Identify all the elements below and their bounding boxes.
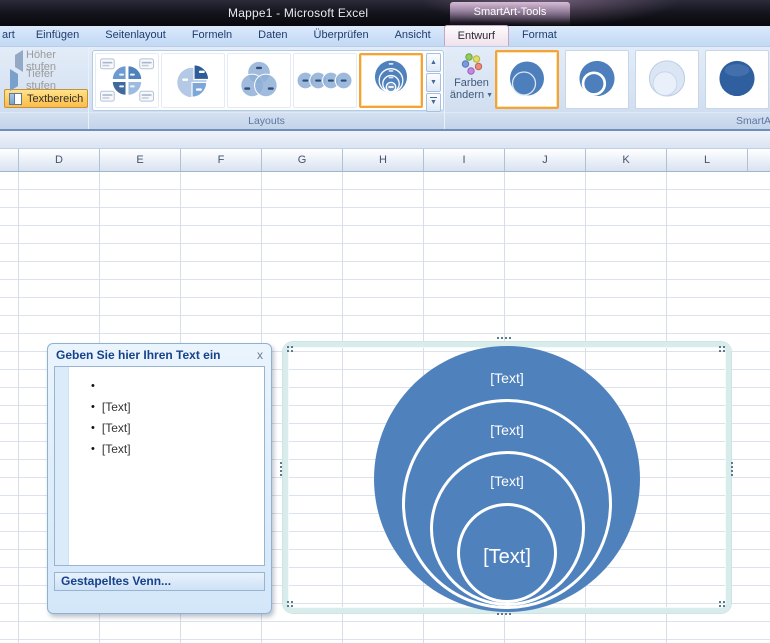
bullet-item[interactable]: • [Text]	[91, 438, 264, 459]
text-pane-bullet-list: • • [Text] • [Text] • [Text]	[55, 367, 264, 459]
column-header-j[interactable]: J	[505, 149, 586, 171]
bullet-item[interactable]: •	[91, 375, 264, 396]
group-smartart-styles: Farben ändern ▼	[445, 47, 770, 129]
tab-ueberpruefen[interactable]: Überprüfen	[301, 25, 382, 46]
gallery-more-button[interactable]: ▼	[426, 93, 441, 112]
column-header-partial[interactable]	[0, 149, 19, 171]
layout-thumb-quadrant-venn[interactable]	[95, 53, 159, 108]
bullet-icon: •	[91, 380, 95, 392]
tab-ansicht[interactable]: Ansicht	[382, 25, 444, 46]
tab-format[interactable]: Format	[509, 25, 570, 46]
demote-button[interactable]: Tiefer stufen	[4, 70, 88, 89]
bullet-item[interactable]: • [Text]	[91, 417, 264, 438]
column-header-k[interactable]: K	[586, 149, 667, 171]
group-label-create-graphic	[0, 112, 88, 129]
title-bar: Mappe1 - Microsoft Excel SmartArt-Tools	[0, 0, 770, 26]
style-thumb-simple-fill-selected[interactable]	[495, 50, 559, 109]
promote-arrow-icon	[8, 55, 22, 67]
ribbon-tab-row: art Einfügen Seitenlayout Formeln Daten …	[0, 26, 770, 47]
venn-label-2[interactable]: [Text]	[407, 422, 607, 438]
contextual-tab-group-header: SmartArt-Tools	[450, 2, 570, 26]
resize-handle-top-right[interactable]	[719, 346, 721, 348]
style-thumb-white-outline[interactable]	[565, 50, 629, 109]
venn-label-3[interactable]: [Text]	[407, 473, 607, 489]
tab-seitenlayout[interactable]: Seitenlayout	[92, 25, 179, 46]
bullet-icon: •	[91, 422, 95, 434]
resize-handle-bottom-right[interactable]	[719, 601, 721, 603]
change-colors-icon	[460, 52, 484, 76]
group-create-graphic: Höher stufen Tiefer stufen Textbereich	[0, 47, 88, 129]
text-pane-toggle-button[interactable]: Textbereich	[4, 89, 88, 108]
resize-handle-right[interactable]	[731, 462, 733, 464]
style-thumb-subtle-effect[interactable]	[635, 50, 699, 109]
column-header-d[interactable]: D	[19, 149, 100, 171]
layout-thumb-linear-venn[interactable]	[293, 53, 357, 108]
layouts-gallery: ▲ ▼ ▼	[92, 50, 444, 111]
layout-thumb-stacked-venn-selected[interactable]	[359, 53, 423, 108]
layout-thumb-basic-venn[interactable]	[227, 53, 291, 108]
column-header-g[interactable]: G	[262, 149, 343, 171]
formula-bar-strip	[0, 131, 770, 149]
text-pane-header: Geben Sie hier Ihren Text ein x	[48, 344, 271, 366]
column-header-partial-right[interactable]	[748, 149, 770, 171]
tab-daten[interactable]: Daten	[245, 25, 300, 46]
dropdown-arrow-icon: ▼	[486, 92, 493, 99]
tab-entwurf[interactable]: Entwurf	[444, 25, 509, 46]
tab-start-partial[interactable]: art	[0, 25, 23, 46]
venn-label-1[interactable]: [Text]	[407, 370, 607, 386]
layouts-gallery-scrollbar: ▲ ▼ ▼	[426, 53, 441, 108]
change-colors-button[interactable]: Farben ändern ▼	[448, 50, 495, 110]
resize-handle-left[interactable]	[280, 462, 282, 464]
column-header-e[interactable]: E	[100, 149, 181, 171]
venn-label-4[interactable]: [Text]	[407, 546, 607, 569]
column-header-f[interactable]: F	[181, 149, 262, 171]
column-headers: D E F G H I J K L	[0, 149, 770, 172]
text-pane-content: • • [Text] • [Text] • [Text]	[54, 366, 265, 566]
column-header-l[interactable]: L	[667, 149, 748, 171]
bullet-icon: •	[91, 443, 95, 455]
group-label-smartart-styles: SmartA	[445, 112, 770, 129]
group-layouts: ▲ ▼ ▼ Layouts	[89, 47, 444, 129]
close-icon[interactable]: x	[257, 349, 263, 361]
tab-einfuegen[interactable]: Einfügen	[23, 25, 92, 46]
resize-handle-top-left[interactable]	[287, 346, 289, 348]
text-pane-icon	[9, 93, 23, 105]
group-label-layouts: Layouts	[89, 112, 444, 129]
gallery-scroll-down-button[interactable]: ▼	[426, 73, 441, 92]
layout-thumb-segmented-pie[interactable]	[161, 53, 225, 108]
bullet-icon: •	[91, 401, 95, 413]
column-header-i[interactable]: I	[424, 149, 505, 171]
text-pane-footer-layout-name: Gestapeltes Venn...	[54, 572, 265, 591]
gallery-scroll-up-button[interactable]: ▲	[426, 53, 441, 72]
column-header-h[interactable]: H	[343, 149, 424, 171]
smartart-text-pane: Geben Sie hier Ihren Text ein x • • [Tex…	[47, 343, 272, 614]
window-title: Mappe1 - Microsoft Excel	[228, 6, 368, 20]
demote-arrow-icon	[8, 74, 22, 86]
text-pane-title: Geben Sie hier Ihren Text ein	[56, 348, 221, 362]
ribbon: Höher stufen Tiefer stufen Textbereich	[0, 47, 770, 131]
resize-handle-bottom-left[interactable]	[287, 601, 289, 603]
style-thumb-intense-fill[interactable]	[705, 50, 769, 109]
tab-formeln[interactable]: Formeln	[179, 25, 245, 46]
text-pane-left-strip	[55, 367, 69, 565]
bullet-item[interactable]: • [Text]	[91, 396, 264, 417]
excel-window: Mappe1 - Microsoft Excel SmartArt-Tools …	[0, 0, 770, 643]
resize-handle-bottom[interactable]	[497, 613, 499, 615]
resize-handle-top[interactable]	[497, 337, 499, 339]
